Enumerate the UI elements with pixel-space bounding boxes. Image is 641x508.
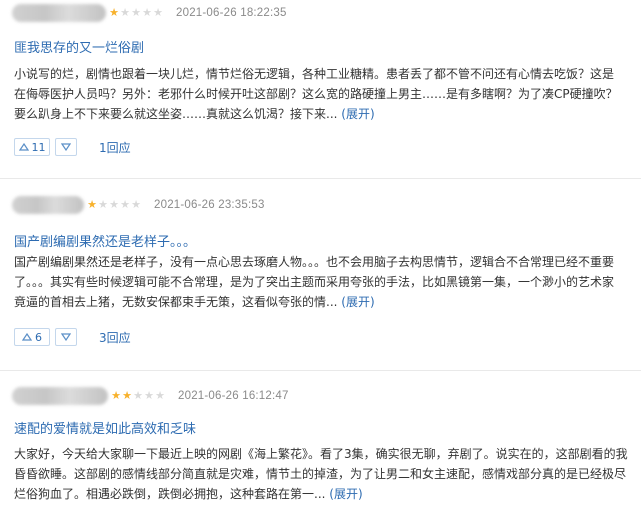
review-body-line: 在侮辱医护人员吗？另外：老邪什么时候开吐这部剧？这么宽的路硬撞上男主……是有多瞎…	[14, 87, 618, 101]
star-empty-icon: ★	[120, 198, 130, 211]
review-body-line: 了。。。其实有些时候逻辑可能不合常理，是为了突出主题而采用夸张的手法，比如黑镜第…	[14, 275, 615, 289]
reply-count-link[interactable]: 1回应	[99, 139, 131, 156]
rating-stars: ★ ★ ★ ★ ★	[86, 199, 141, 211]
star-empty-icon: ★	[131, 198, 141, 211]
review-header: ★ ★ ★ ★ ★ 2021-06-26 18:22:35	[12, 3, 287, 23]
expand-link[interactable]: (展开)	[329, 487, 362, 501]
review-actions: 6 3回应	[14, 327, 131, 347]
upvote-button[interactable]: 6	[14, 328, 50, 346]
review-actions: 11 1回应	[14, 137, 131, 157]
review-card-2: ★ ★ ★ ★ ★ 2021-06-26 23:35:53 国产剧编剧果然还是老样子。。…	[0, 190, 641, 360]
star-filled-icon: ★	[109, 6, 119, 19]
review-header: ★ ★ ★ ★ ★ 2021-06-26 23:35:53	[12, 195, 265, 215]
expand-link[interactable]: (展开)	[341, 107, 374, 121]
rating-stars: ★ ★ ★ ★ ★	[108, 7, 163, 19]
downvote-button[interactable]	[55, 328, 77, 346]
star-empty-icon: ★	[109, 198, 119, 211]
review-timestamp: 2021-06-26 18:22:35	[176, 7, 287, 19]
review-body-line: 小说写的烂，剧情也跟着一块儿烂，情节烂俗无逻辑，各种工业糖精。患者丢了都不管不问…	[14, 67, 615, 81]
review-divider	[0, 178, 641, 179]
review-body: 小说写的烂，剧情也跟着一块儿烂，情节烂俗无逻辑，各种工业糖精。患者丢了都不管不问…	[14, 64, 631, 124]
expand-link[interactable]: (展开)	[341, 295, 374, 309]
thumb-down-icon	[61, 143, 71, 151]
review-body-line-last: 竟逼的首相去上猪，无数安保都束手无策，这看似夸张的情... (展开)	[14, 292, 631, 312]
star-empty-icon: ★	[155, 389, 165, 402]
review-body: 国产剧编剧果然还是老样子，没有一点心思去琢磨人物。。。也不会用脑子去构思情节，逻…	[14, 252, 631, 312]
star-empty-icon: ★	[131, 6, 141, 19]
avatar-username-redacted	[12, 387, 108, 405]
review-divider	[0, 370, 641, 371]
review-body-line: 国产剧编剧果然还是老样子，没有一点心思去琢磨人物。。。也不会用脑子去构思情节，逻…	[14, 255, 615, 269]
review-title-link[interactable]: 国产剧编剧果然还是老样子。。。	[14, 231, 196, 250]
review-title-link[interactable]: 匪我思存的又一烂俗剧	[14, 37, 144, 56]
avatar-username-redacted	[12, 4, 106, 22]
star-empty-icon: ★	[98, 198, 108, 211]
star-filled-icon: ★	[122, 389, 132, 402]
star-filled-icon: ★	[111, 389, 121, 402]
downvote-button[interactable]	[55, 138, 77, 156]
review-timestamp: 2021-06-26 23:35:53	[154, 199, 265, 211]
avatar-username-redacted	[12, 196, 84, 214]
review-timestamp: 2021-06-26 16:12:47	[178, 390, 289, 402]
review-body-line: 要么趴身上不下来要么就这坐姿……真就这么饥渴？接下来...	[14, 107, 338, 121]
upvote-button[interactable]: 11	[14, 138, 50, 156]
review-body-line: 大家好，今天给大家聊一下最近上映的网剧《海上繁花》。看了3集，确实很无聊，弃剧了…	[14, 447, 628, 461]
upvote-count: 11	[31, 140, 46, 154]
rating-stars: ★ ★ ★ ★ ★	[110, 390, 165, 402]
review-body-line-last: 要么趴身上不下来要么就这坐姿……真就这么饥渴？接下来... (展开)	[14, 104, 631, 124]
review-body-line: 竟逼的首相去上猪，无数安保都束手无策，这看似夸张的情...	[14, 295, 338, 309]
reply-count-link[interactable]: 3回应	[99, 329, 131, 346]
review-body-line: 烂俗狗血了。相遇必跌倒，跌倒必拥抱，这种套路在第一...	[14, 487, 326, 501]
star-empty-icon: ★	[133, 389, 143, 402]
star-filled-icon: ★	[87, 198, 97, 211]
review-card-1: ★ ★ ★ ★ ★ 2021-06-26 18:22:35 匪我思存的又一烂俗剧 小说写…	[0, 0, 641, 170]
star-empty-icon: ★	[142, 6, 152, 19]
review-title-link[interactable]: 速配的爱情就是如此高效和乏味	[14, 418, 196, 437]
star-empty-icon: ★	[153, 6, 163, 19]
review-card-3: ★ ★ ★ ★ ★ 2021-06-26 16:12:47 速配的爱情就是如此高效和乏味…	[0, 382, 641, 508]
review-body-line: 昏昏欲睡。这部剧的感情线部分简直就是灾难，情节土的掉渣，为了让男二和女主速配，感…	[14, 467, 627, 481]
review-body-line-last: 烂俗狗血了。相遇必跌倒，跌倒必拥抱，这种套路在第一... (展开)	[14, 484, 631, 504]
upvote-count: 6	[35, 330, 42, 344]
review-body: 大家好，今天给大家聊一下最近上映的网剧《海上繁花》。看了3集，确实很无聊，弃剧了…	[14, 444, 631, 504]
thumb-down-icon	[61, 333, 71, 341]
star-empty-icon: ★	[120, 6, 130, 19]
thumb-up-icon	[22, 333, 32, 341]
star-empty-icon: ★	[144, 389, 154, 402]
review-header: ★ ★ ★ ★ ★ 2021-06-26 16:12:47	[12, 386, 289, 406]
thumb-up-icon	[18, 143, 29, 151]
